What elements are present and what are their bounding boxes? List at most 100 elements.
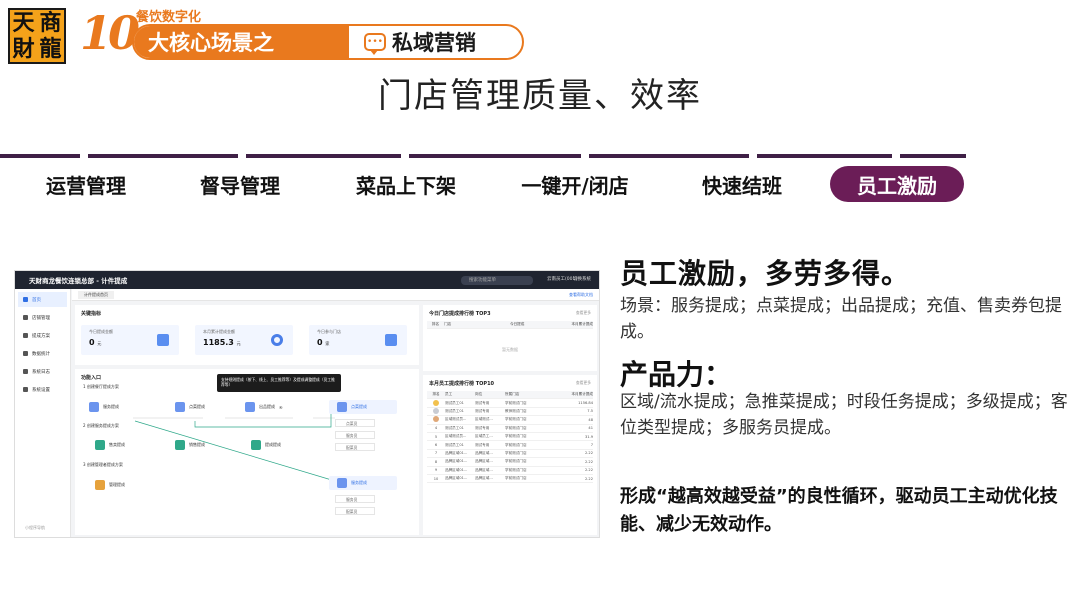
sidebar-item-label: 系统日志 (32, 369, 50, 375)
sidebar-item-label: 数据统计 (32, 351, 50, 357)
top10-table: 排名 员工 岗位 所属门店 本月累计提成 测试员工01 测试专用 学前测试门店 115… (427, 391, 593, 484)
tab-operations[interactable]: 运营管理 (26, 166, 146, 202)
top10-more-link[interactable]: 查看更多 (576, 380, 591, 386)
chart-icon (23, 351, 28, 356)
table-row: 5 区域测试员... 区域员工... 学前测试门店 31.9 (427, 433, 593, 442)
sidebar-item-logs[interactable]: 系统日志 (18, 364, 67, 379)
sidebar-item-label: 店铺管理 (32, 315, 50, 321)
tab-divider (246, 154, 401, 158)
sidebar-item-label: 首页 (32, 297, 41, 303)
kpi-card: 今日参与门店 0 家 (309, 325, 407, 355)
tab-staff-incentive[interactable]: 员工激励 (830, 166, 964, 202)
switch-system-button[interactable]: 切换系统 (573, 276, 591, 282)
table-header: 排名 门店 今日提成 本月累计提成 (427, 321, 593, 330)
banner-pill: 大核心场景之 ••• 私域营销 (132, 24, 524, 60)
tab-divider (0, 154, 80, 158)
tab-supervision[interactable]: 督导管理 (180, 166, 300, 202)
flow-node[interactable]: 提成提成 (251, 439, 281, 451)
tab-quick-shift-close[interactable]: 快速结班 (680, 166, 804, 202)
role-chip[interactable]: 配菜员 (335, 443, 375, 451)
product-text: 区域/流水提成；急推菜提成；时段任务提成；多级提成；客位类型提成；多服务员提成。 (620, 392, 1068, 438)
banner-subtitle: 餐饮数字化 (136, 10, 202, 25)
empty-state: 暂无数据 (502, 347, 518, 352)
sidebar-item-label: 提成方案 (32, 333, 50, 339)
table-row: 测试员工01 测试专用 学前测试门店 1156.84 (427, 399, 593, 408)
sidebar-item-stores[interactable]: 店铺管理 (18, 310, 67, 325)
topic-banner: 10 餐饮数字化 大核心场景之 ••• 私域营销 (80, 6, 525, 62)
banner-main: 大核心场景之 (134, 26, 349, 58)
sidebar-footer[interactable]: 小程序导航 (25, 525, 45, 531)
function-entry-panel: 功能入口 1 创建餐厅提成方案 2 创建服务提成方案 3 创建管理者提成方案 服… (75, 369, 419, 535)
flow-node[interactable]: 点菜提成 (337, 401, 367, 413)
scene-text: 场景：服务提成；点菜提成；出品提成；充值、售卖券包提成。 (620, 296, 1062, 342)
logo-char: 財 (12, 36, 35, 62)
tab-home[interactable]: 计件提成首页 (78, 291, 114, 299)
store-icon (385, 334, 397, 346)
sidebar-item-stats[interactable]: 数据统计 (18, 346, 67, 361)
table-row: 6 测试员工01 测试专用 学前测试门店 7 (427, 441, 593, 450)
tab-divider (757, 154, 892, 158)
kpi-value: 0 元 (89, 338, 102, 347)
tooltip: 支持规则提成（按下、线上、员工推荐等）及提成调整提成（员工推荐等） (217, 374, 341, 392)
kpi-panel: 关键指标 今日提成金额 0 元 本月累计提成金额 1185.3 元 今日参与门店… (75, 305, 419, 365)
conclusion-text: 形成“越高效越受益”的良性循环，驱动员工主动优化技能、减少无效动作。 (620, 486, 1058, 535)
tab-divider (409, 154, 581, 158)
product-heading: 产品力： (620, 358, 733, 391)
flow-node[interactable]: 点菜提成 (175, 401, 205, 413)
tab-open-close-store[interactable]: 一键开/闭店 (500, 166, 650, 202)
banner-number: 10 (80, 6, 140, 60)
flow-node[interactable]: 销售提成 (175, 439, 205, 451)
gear-icon (23, 387, 28, 392)
table-row: 10 品牌区域01... 品牌区域... 学前测试门店 2.22 (427, 475, 593, 484)
flow-node[interactable]: 管理提成 (95, 479, 125, 491)
sidebar-item-label: 系统设置 (32, 387, 50, 393)
brand-logo: 天 商 財 龍 (8, 8, 66, 64)
order-icon (175, 402, 185, 412)
kpi-value: 1185.3 元 (203, 338, 241, 347)
chat-bubble-icon: ••• (364, 33, 386, 55)
app-topbar: 天财商龙餐饮连锁总部 - 计件提成 搜索功能菜单 云南员工(001) 切换系统 (15, 271, 599, 289)
sidebar-item-settings[interactable]: 系统设置 (18, 382, 67, 397)
help-link[interactable]: 查看帮助文档 (569, 292, 593, 298)
banner-topic-text: 私域营销 (392, 31, 476, 55)
table-row: 区域测试员... 区域测试... 学前测试门店 48 (427, 416, 593, 425)
top3-more-link[interactable]: 查看更多 (576, 310, 591, 316)
app-title: 天财商龙餐饮连锁总部 - 计件提成 (29, 277, 128, 285)
role-chip[interactable]: 配菜员 (335, 507, 375, 515)
table-row: 7 品牌区域01... 品牌区域... 学前测试门店 2.22 (427, 450, 593, 459)
search-input[interactable]: 搜索功能菜单 (461, 276, 533, 285)
service-icon (337, 478, 347, 488)
tab-menu-listing[interactable]: 菜品上下架 (336, 166, 476, 202)
app-screenshot: 天财商龙餐饮连锁总部 - 计件提成 搜索功能菜单 云南员工(001) 切换系统 … (14, 270, 600, 538)
manager-icon (95, 480, 105, 490)
table-row: 测试员工01 测试专用 教师测试门店 7.5 (427, 407, 593, 417)
sidebar-item-home[interactable]: 首页 (18, 292, 67, 307)
sidebar-item-plans[interactable]: 提成方案 (18, 328, 67, 343)
flow-node[interactable]: 服务提成 (337, 477, 367, 489)
table-row: 8 品牌区域01... 品牌区域... 学前测试门店 2.22 (427, 458, 593, 467)
silver-medal-icon (433, 407, 439, 414)
role-chip[interactable]: 服务员 (335, 431, 375, 439)
banner-main-text: 大核心场景之 (148, 31, 274, 55)
service-icon (89, 402, 99, 412)
table-header: 排名 员工 岗位 所属门店 本月累计提成 (427, 391, 593, 400)
order-icon (337, 402, 347, 412)
flow-node[interactable]: 出品提成 ④ (245, 401, 283, 413)
table-row: 4 测试员工01 测试专用 学前测试门店 41 (427, 425, 593, 433)
table-row: 9 品牌区域01... 品牌区域... 学前测试门店 2.22 (427, 467, 593, 475)
gold-medal-icon (433, 399, 439, 406)
sales-icon (175, 440, 185, 450)
top10-title: 本月员工提成排行榜 TOP10 (429, 381, 495, 387)
flow-node[interactable]: 服务提成 (89, 401, 119, 413)
kpi-label: 本月累计提成金额 (203, 329, 235, 334)
kpi-title: 关键指标 (81, 311, 102, 317)
kpi-value: 0 家 (317, 338, 330, 347)
app-sidebar: 首页 店铺管理 提成方案 数据统计 系统日志 系统设置 小程序导航 (15, 289, 71, 537)
plan-icon (23, 333, 28, 338)
page-title: 门店管理质量、效率 (378, 76, 702, 116)
role-chip[interactable]: 服务员 (335, 495, 375, 503)
log-icon (23, 369, 28, 374)
role-chip[interactable]: 点菜员 (335, 419, 375, 427)
home-icon (23, 297, 28, 302)
flow-node[interactable]: 售卖提成 (95, 439, 125, 451)
